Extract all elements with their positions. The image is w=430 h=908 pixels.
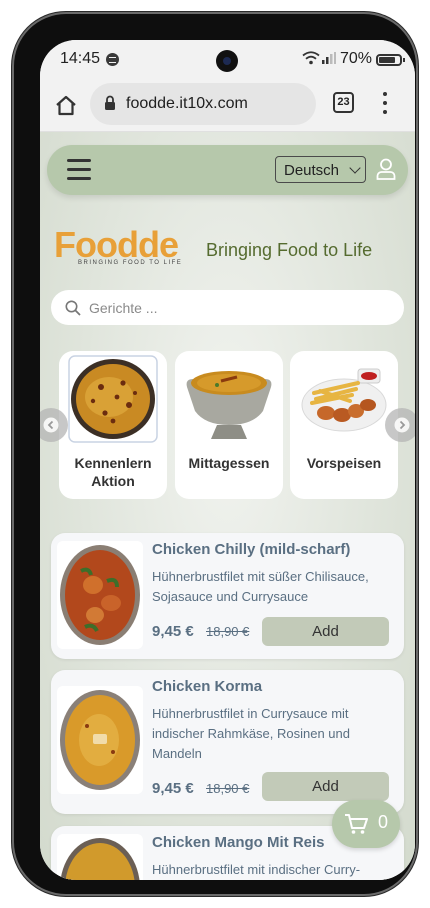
- cart-button[interactable]: 0: [332, 800, 400, 848]
- product-title: Chicken Mango Mit Reis: [152, 834, 325, 851]
- shopping-cart-icon: [345, 814, 368, 834]
- chevron-right-icon: [394, 417, 410, 433]
- phone-frame: 14:45 70% foodde.it10x.com 23 Deutsch Fo…: [12, 12, 418, 896]
- url-text: foodde.it10x.com: [126, 95, 248, 112]
- hamburger-menu-icon[interactable]: [67, 159, 91, 181]
- home-icon[interactable]: [52, 92, 80, 120]
- brand-tagline: Bringing Food to Life: [206, 240, 373, 260]
- category-card-mittagessen[interactable]: Mittagessen: [175, 351, 283, 499]
- screen: 14:45 70% foodde.it10x.com 23 Deutsch Fo…: [40, 40, 415, 880]
- curry-bowl-image: [65, 353, 161, 445]
- battery-icon: [376, 54, 405, 66]
- status-bar: 14:45 70%: [40, 40, 415, 80]
- language-value: Deutsch: [284, 162, 340, 179]
- product-description: Hühnerbrustfilet mit indischer Curry-: [152, 862, 361, 877]
- front-camera: [216, 50, 238, 72]
- search-icon: [65, 300, 81, 316]
- product-price: 9,45 €: [152, 623, 194, 640]
- curry-pot-image: [181, 353, 277, 445]
- product-price: 9,45 €: [152, 780, 194, 797]
- language-select[interactable]: Deutsch: [275, 156, 366, 183]
- product-description: Hühnerbrustfilet mit süßer Chilisauce, S…: [152, 569, 369, 604]
- search-placeholder: Gerichte ...: [89, 300, 158, 316]
- spotify-icon: [106, 53, 119, 66]
- search-box[interactable]: Gerichte ...: [51, 290, 404, 325]
- address-bar[interactable]: foodde.it10x.com: [90, 83, 316, 125]
- tab-switcher-button[interactable]: 23: [333, 92, 354, 113]
- user-account-icon[interactable]: [376, 158, 396, 180]
- status-time: 14:45: [60, 50, 101, 67]
- category-label: Mittagessen: [188, 455, 270, 471]
- fries-plate-image: [296, 353, 392, 445]
- brand-logo[interactable]: Foodde BRINGING FOOD TO LIFE: [54, 222, 199, 270]
- chicken-mango-image: [57, 834, 143, 880]
- cart-count: 0: [378, 812, 389, 832]
- category-label: Kennenlern Aktion: [74, 455, 152, 489]
- carousel-next-button[interactable]: [385, 408, 415, 442]
- product-card-chicken-korma[interactable]: Chicken Korma Hühnerbrustfilet in Currys…: [51, 670, 404, 814]
- wifi-icon: [302, 51, 320, 65]
- browser-toolbar: foodde.it10x.com 23: [40, 80, 415, 132]
- product-title: Chicken Korma: [152, 678, 263, 695]
- category-card-kennenlern[interactable]: Kennenlern Aktion: [59, 351, 167, 499]
- category-card-vorspeisen[interactable]: Vorspeisen: [290, 351, 398, 499]
- site-navbar: Deutsch: [47, 145, 408, 195]
- product-card-chicken-chilly[interactable]: Chicken Chilly (mild-scharf) Hühnerbrust…: [51, 533, 404, 659]
- chicken-korma-image: [57, 686, 143, 794]
- logo-subtitle: BRINGING FOOD TO LIFE: [78, 260, 183, 266]
- chicken-chilly-image: [57, 541, 143, 649]
- battery-percent: 70%: [340, 50, 373, 67]
- product-title: Chicken Chilly (mild-scharf): [152, 541, 351, 558]
- add-to-cart-button[interactable]: Add: [262, 772, 389, 801]
- signal-icon: [322, 52, 336, 64]
- product-old-price: 18,90 €: [206, 624, 250, 639]
- browser-menu-button[interactable]: [380, 90, 390, 116]
- web-page: Deutsch Foodde BRINGING FOOD TO LIFE Bri…: [40, 132, 415, 880]
- chevron-left-icon: [43, 417, 59, 433]
- add-to-cart-button[interactable]: Add: [262, 617, 389, 646]
- lock-icon: [105, 95, 115, 110]
- product-old-price: 18,90 €: [206, 781, 250, 796]
- category-label: Vorspeisen: [306, 455, 382, 471]
- chevron-down-icon: [349, 162, 361, 174]
- product-description: Hühnerbrustfilet in Currysauce mit indis…: [152, 706, 350, 761]
